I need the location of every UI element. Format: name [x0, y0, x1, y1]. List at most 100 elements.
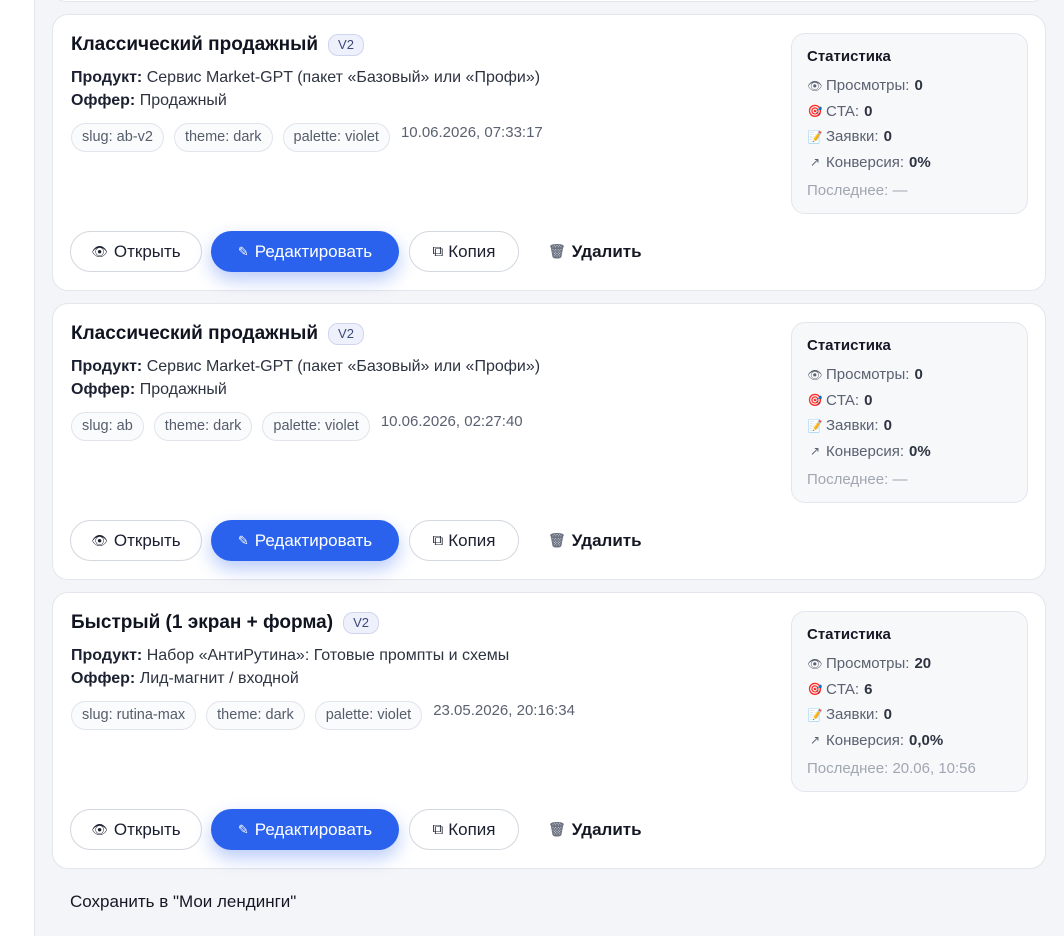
offer-value: Продажный	[139, 381, 227, 398]
stat-leads-label: Заявки:	[826, 128, 879, 146]
stat-leads-value: 0	[883, 128, 892, 146]
open-button[interactable]: 👁 Открыть	[70, 520, 202, 561]
stat-cta-value: 6	[864, 680, 873, 698]
tag-list: slug: ab theme: dark palette: violet 10.…	[71, 412, 523, 441]
version-badge: V2	[328, 323, 364, 345]
created-date: 10.06.2026, 02:27:40	[380, 413, 523, 430]
stat-conversion-label: Конверсия:	[826, 442, 905, 460]
delete-button-label: Удалить	[571, 530, 642, 550]
version-badge: V2	[328, 34, 364, 56]
copy-icon: ⧉	[432, 243, 444, 260]
trend-arrow-icon: ↗	[809, 733, 821, 748]
edit-button[interactable]: ✎ Редактировать	[211, 809, 399, 850]
target-icon: 🎯	[807, 393, 823, 408]
offer-label: Оффер:	[71, 670, 136, 687]
open-button-label: Открыть	[113, 241, 181, 261]
copy-button[interactable]: ⧉ Копия	[409, 231, 519, 272]
stat-conversion-value: 0,0%	[909, 731, 944, 749]
card-actions: 👁 Открыть ✎ Редактировать ⧉ Копия 🗑 Удалить	[70, 809, 646, 850]
offer-line: Оффер: Продажный	[71, 92, 227, 110]
trash-icon: 🗑	[548, 532, 566, 548]
delete-button[interactable]: 🗑 Удалить	[544, 809, 646, 850]
offer-value: Продажный	[139, 92, 227, 109]
target-icon: 🎯	[807, 682, 823, 697]
created-date: 10.06.2026, 07:33:17	[400, 124, 543, 141]
stat-cta-label: CTA:	[826, 680, 860, 698]
tag-theme: theme: dark	[173, 123, 273, 152]
tag-slug: slug: ab	[71, 412, 144, 441]
stat-last-value: —	[892, 471, 908, 489]
card-actions: 👁 Открыть ✎ Редактировать ⧉ Копия 🗑 Удалить	[70, 520, 646, 561]
stat-last-label: Последнее:	[807, 760, 889, 778]
stat-last-label: Последнее:	[807, 471, 889, 489]
stat-cta-value: 0	[864, 102, 873, 120]
stat-last-label: Последнее:	[807, 182, 889, 200]
product-label: Продукт:	[71, 69, 143, 86]
offer-label: Оффер:	[71, 92, 136, 109]
stat-leads-value: 0	[883, 417, 892, 435]
pencil-icon: ✎	[237, 243, 249, 259]
save-to-my-landings-link[interactable]: Сохранить в "Мои лендинги"	[70, 892, 296, 912]
tag-slug: slug: ab-v2	[71, 123, 164, 152]
tag-list: slug: rutina-max theme: dark palette: vi…	[71, 701, 575, 730]
product-line: Продукт: Набор «АнтиРутина»: Готовые про…	[71, 647, 509, 665]
pencil-icon: ✎	[237, 821, 249, 837]
copy-button[interactable]: ⧉ Копия	[409, 809, 519, 850]
copy-button-label: Копия	[448, 819, 496, 839]
stat-views-label: Просмотры:	[826, 655, 910, 673]
eye-icon: 👁	[91, 821, 108, 837]
memo-icon: 📝	[807, 707, 823, 722]
eye-icon: 👁	[91, 243, 108, 259]
delete-button[interactable]: 🗑 Удалить	[544, 231, 646, 272]
stat-views: 👁 Просмотры: 20	[807, 651, 1012, 677]
edit-button[interactable]: ✎ Редактировать	[211, 231, 399, 272]
landing-title: Классический продажный	[71, 34, 319, 55]
stat-last: Последнее: —	[807, 467, 1012, 493]
memo-icon: 📝	[807, 129, 823, 144]
edit-button[interactable]: ✎ Редактировать	[211, 520, 399, 561]
copy-button[interactable]: ⧉ Копия	[409, 520, 519, 561]
stat-views-value: 0	[914, 366, 923, 384]
open-button[interactable]: 👁 Открыть	[70, 231, 202, 272]
tag-palette: palette: violet	[262, 412, 370, 441]
edit-button-label: Редактировать	[254, 819, 373, 839]
stats-title: Статистика	[807, 337, 891, 354]
eye-icon: 👁	[91, 532, 108, 548]
landing-card: Классический продажный V2 Продукт: Серви…	[52, 303, 1046, 580]
copy-button-label: Копия	[448, 241, 496, 261]
product-line: Продукт: Сервис Market-GPT (пакет «Базов…	[71, 358, 540, 376]
stat-conversion: ↗ Конверсия: 0,0%	[807, 728, 1012, 754]
stat-conversion-label: Конверсия:	[826, 731, 905, 749]
tag-list: slug: ab-v2 theme: dark palette: violet …	[71, 123, 543, 152]
stat-last-value: —	[892, 182, 908, 200]
edit-button-label: Редактировать	[254, 241, 373, 261]
stat-cta: 🎯 CTA: 0	[807, 99, 1012, 125]
edit-button-label: Редактировать	[254, 530, 373, 550]
stat-last: Последнее: 20.06, 10:56	[807, 756, 1012, 782]
trash-icon: 🗑	[548, 243, 566, 259]
product-value: Сервис Market-GPT (пакет «Базовый» или «…	[146, 69, 541, 86]
open-button[interactable]: 👁 Открыть	[70, 809, 202, 850]
stat-conversion-value: 0%	[909, 153, 931, 171]
eye-icon: 👁	[807, 656, 823, 671]
previous-card-edge	[52, 0, 1046, 2]
tag-slug: slug: rutina-max	[71, 701, 197, 730]
stat-leads-label: Заявки:	[826, 417, 879, 435]
created-date: 23.05.2026, 20:16:34	[433, 702, 575, 719]
tag-palette: palette: violet	[314, 701, 423, 730]
stats-panel: Статистика 👁 Просмотры: 20 🎯 CTA: 6 📝 Заявки:…	[791, 611, 1028, 792]
landing-card: Быстрый (1 экран + форма) V2 Продукт: На…	[52, 592, 1046, 869]
copy-icon: ⧉	[432, 532, 444, 549]
product-value: Сервис Market-GPT (пакет «Базовый» или «…	[146, 358, 541, 375]
stats-panel: Статистика 👁 Просмотры: 0 🎯 CTA: 0 📝 Заявки: 0…	[791, 33, 1028, 214]
stat-leads-label: Заявки:	[826, 706, 879, 724]
stat-conversion: ↗ Конверсия: 0%	[807, 150, 1012, 176]
product-value: Набор «АнтиРутина»: Готовые промпты и сх…	[146, 647, 510, 664]
stat-leads-value: 0	[883, 706, 892, 724]
card-actions: 👁 Открыть ✎ Редактировать ⧉ Копия 🗑 Удалить	[70, 231, 646, 272]
eye-icon: 👁	[807, 78, 823, 93]
stat-cta-value: 0	[864, 391, 873, 409]
delete-button[interactable]: 🗑 Удалить	[544, 520, 646, 561]
landing-title: Быстрый (1 экран + форма)	[71, 612, 334, 633]
offer-value: Лид-магнит / входной	[139, 670, 299, 687]
